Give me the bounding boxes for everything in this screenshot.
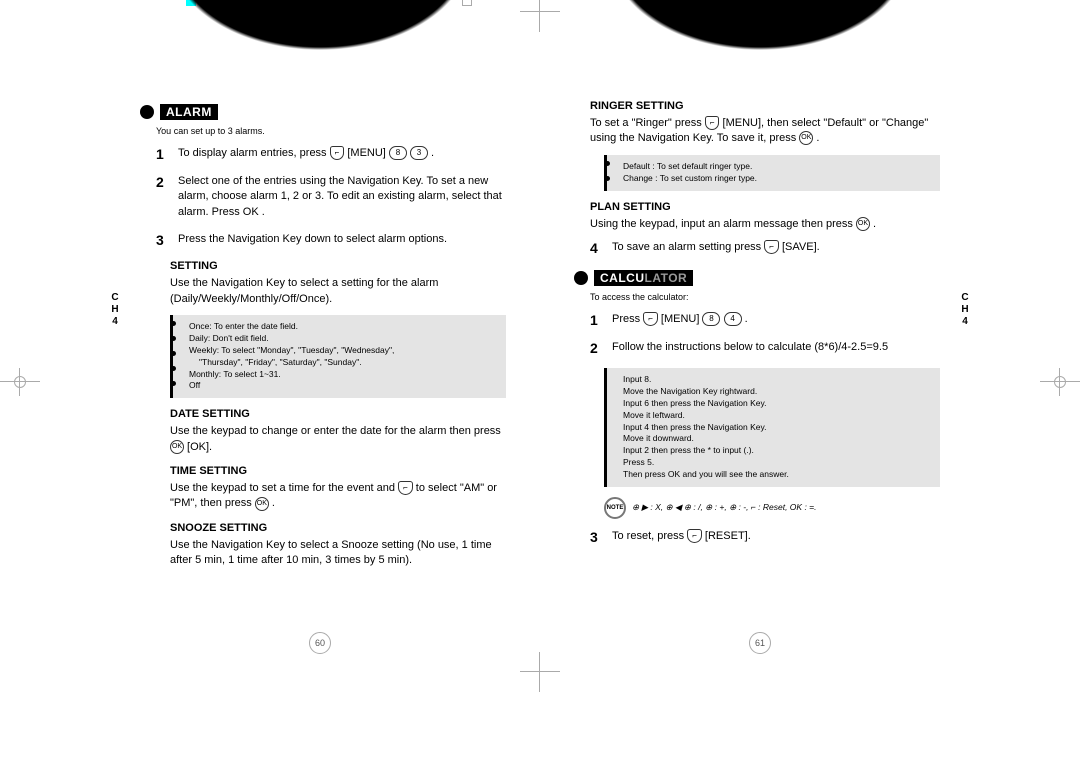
- setting-infobox: Once: To enter the date field. Daily: Do…: [170, 315, 506, 398]
- calc-steps: 1Press ⌐ [MENU] 8 4 . 2Follow the instru…: [590, 312, 940, 356]
- calc-step-1: Press ⌐ [MENU] 8 4 .: [612, 312, 940, 328]
- plan-heading: PLAN SETTING: [590, 201, 940, 213]
- document-spread: TOOLS CH4 ALARM You can set up to 3 alar…: [0, 0, 1080, 763]
- alarm-section-header: ALARM: [140, 104, 506, 120]
- crop-mark-left: [0, 362, 40, 402]
- ringer-infobox: Default : To set default ringer type. Ch…: [604, 155, 940, 191]
- calc-step-3: To reset, press ⌐ [RESET].: [612, 529, 940, 545]
- page-title: TOOLS: [540, 58, 980, 81]
- page-60: TOOLS CH4 ALARM You can set up to 3 alar…: [100, 0, 540, 672]
- ringer-body: To set a "Ringer" press ⌐ [MENU], then s…: [590, 116, 940, 147]
- plan-body: Using the keypad, input an alarm message…: [590, 217, 940, 232]
- calc-step-2: Follow the instructions below to calcula…: [612, 340, 940, 356]
- calculator-heading: CALCULATOR: [594, 270, 693, 286]
- alarm-step-1: To display alarm entries, press ⌐ [MENU]…: [178, 146, 506, 162]
- calculator-section-header: CALCULATOR: [574, 270, 940, 286]
- calculator-intro: To access the calculator:: [590, 292, 940, 302]
- calc-note-text: ⊕ ▶ : X, ⊕ ◀ ⊕ : /, ⊕ : +, ⊕ : -, ⌐ : Re…: [632, 502, 817, 513]
- alarm-steps: 1To display alarm entries, press ⌐ [MENU…: [156, 146, 506, 248]
- page-header-right: TOOLS: [540, 0, 980, 90]
- setting-body: Use the Navigation Key to select a setti…: [170, 276, 506, 307]
- note-icon: NOTE: [604, 497, 626, 519]
- alarm-intro: You can set up to 3 alarms.: [156, 126, 506, 136]
- page-number-61: 61: [749, 632, 771, 654]
- page-number-60: 60: [309, 632, 331, 654]
- calc-infobox: Input 8. Move the Navigation Key rightwa…: [604, 368, 940, 487]
- alarm-step-3: Press the Navigation Key down to select …: [178, 232, 506, 248]
- page-header-left: TOOLS: [100, 0, 540, 90]
- step-4: To save an alarm setting press ⌐ [SAVE].: [612, 240, 940, 256]
- snooze-setting-heading: SNOOZE SETTING: [170, 522, 506, 534]
- time-setting-heading: TIME SETTING: [170, 465, 506, 477]
- alarm-heading: ALARM: [160, 104, 218, 120]
- chapter-tab: CH4: [106, 292, 124, 328]
- calc-key-note: NOTE ⊕ ▶ : X, ⊕ ◀ ⊕ : /, ⊕ : +, ⊕ : -, ⌐…: [604, 497, 940, 519]
- alarm-step-2: Select one of the entries using the Navi…: [178, 174, 506, 220]
- page-title: TOOLS: [100, 58, 540, 81]
- crop-mark-right: [1040, 362, 1080, 402]
- bullet-icon: [140, 105, 154, 119]
- chapter-tab: CH4: [956, 292, 974, 328]
- ringer-heading: RINGER SETTING: [590, 100, 940, 112]
- setting-heading: SETTING: [170, 260, 506, 272]
- snooze-setting-body: Use the Navigation Key to select a Snooz…: [170, 538, 506, 569]
- date-setting-heading: DATE SETTING: [170, 408, 506, 420]
- save-step: 4To save an alarm setting press ⌐ [SAVE]…: [590, 240, 940, 256]
- bullet-icon: [574, 271, 588, 285]
- calc-reset-step: 3To reset, press ⌐ [RESET].: [590, 529, 940, 545]
- page-61: TOOLS CH4 RINGER SETTING To set a "Ringe…: [540, 0, 980, 672]
- page-spread: TOOLS CH4 ALARM You can set up to 3 alar…: [100, 0, 980, 692]
- date-setting-body: Use the keypad to change or enter the da…: [170, 424, 506, 455]
- time-setting-body: Use the keypad to set a time for the eve…: [170, 481, 506, 512]
